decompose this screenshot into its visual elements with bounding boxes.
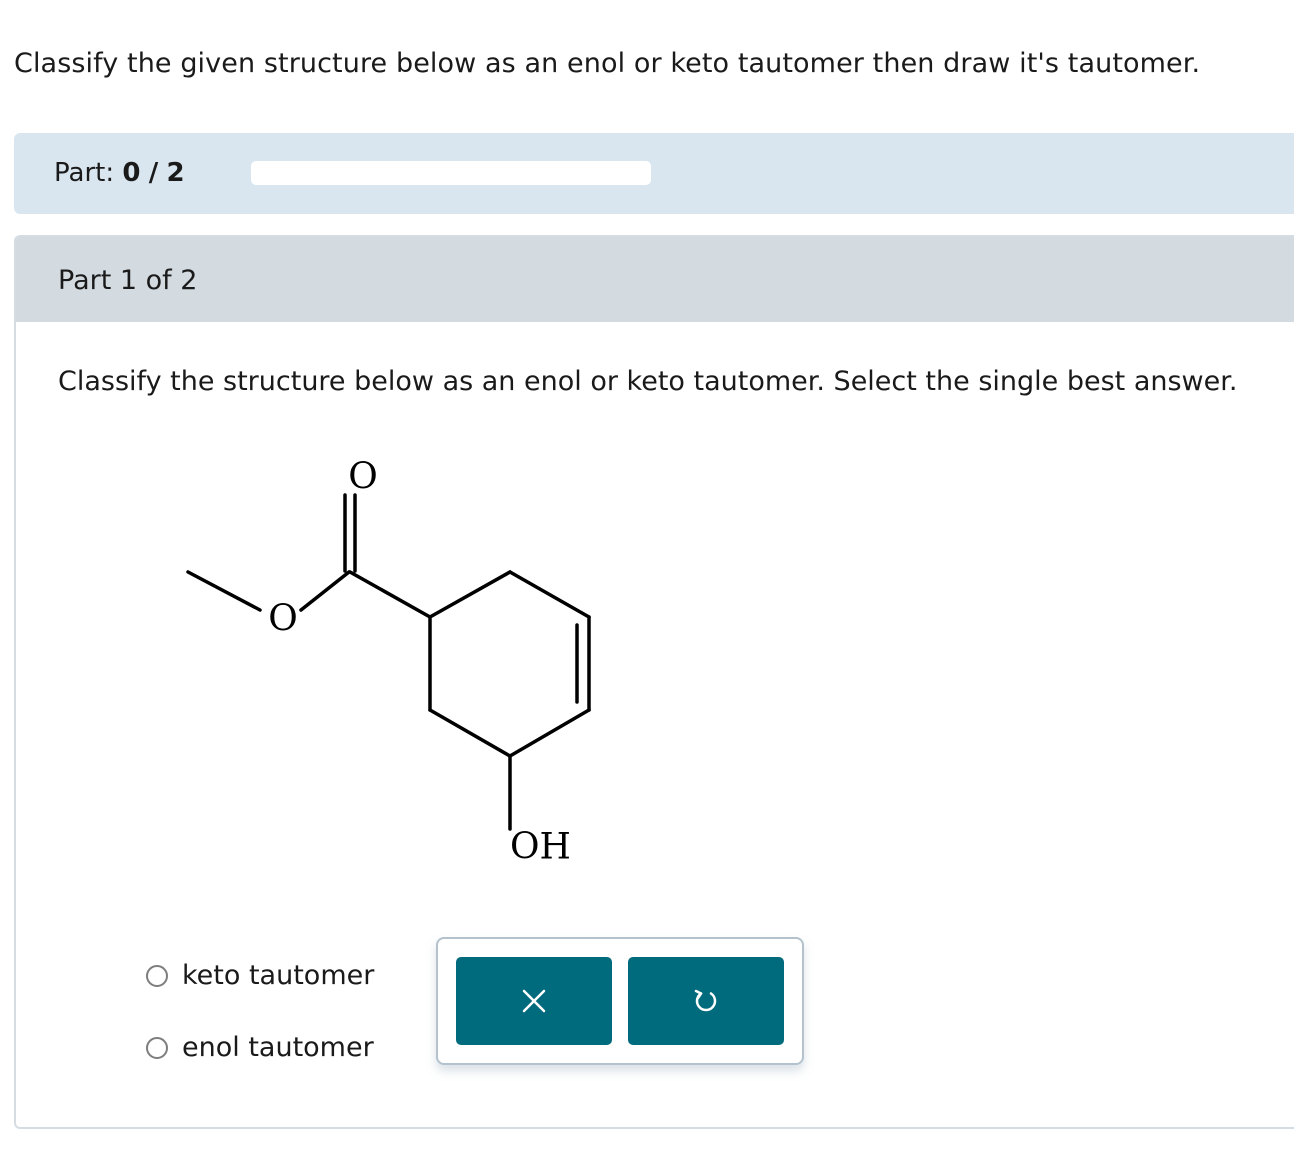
- action-button-panel: [436, 937, 804, 1065]
- radio-enol[interactable]: [146, 1036, 168, 1059]
- ring-attachment-bond: [348, 570, 432, 619]
- molecule-structure: O O OH: [186, 457, 591, 868]
- ring-bond-2: [508, 570, 591, 619]
- close-icon: [522, 989, 546, 1013]
- ester-bond: [299, 570, 351, 612]
- ester-oxygen-label: O: [268, 599, 298, 640]
- methyl-bond: [186, 570, 262, 612]
- part-instruction: Classify the structure below as an enol …: [58, 366, 1238, 397]
- progress-label: Part: 0 / 2: [54, 158, 185, 188]
- progress-prefix: Part:: [54, 158, 115, 188]
- clear-button[interactable]: [456, 957, 612, 1045]
- ring-bond-1: [428, 570, 512, 619]
- progress-separator: /: [148, 158, 159, 188]
- option-keto-tautomer[interactable]: keto tautomer: [146, 960, 374, 991]
- molecule-bonds: [186, 493, 591, 831]
- undo-icon: [694, 989, 717, 1012]
- option-label-keto: keto tautomer: [182, 960, 375, 991]
- progress-panel: Part: 0 / 2: [14, 133, 1294, 214]
- option-enol-tautomer[interactable]: enol tautomer: [146, 1032, 374, 1063]
- undo-button[interactable]: [628, 957, 784, 1045]
- radio-keto[interactable]: [146, 964, 168, 987]
- ring-bond-3: [508, 708, 591, 758]
- progress-bar: [251, 161, 651, 185]
- carbonyl-oxygen-label: O: [348, 457, 378, 498]
- part-card: Part 1 of 2 Classify the structure below…: [14, 235, 1294, 1129]
- option-label-enol: enol tautomer: [182, 1032, 374, 1063]
- question-text: Classify the given structure below as an…: [14, 48, 1201, 79]
- hydroxyl-label: OH: [510, 827, 571, 868]
- part-title: Part 1 of 2: [58, 265, 198, 296]
- part-header: Part 1 of 2: [16, 237, 1294, 322]
- progress-current: 0: [122, 158, 141, 188]
- progress-total: 2: [166, 158, 185, 188]
- ring-bond-4: [428, 708, 512, 758]
